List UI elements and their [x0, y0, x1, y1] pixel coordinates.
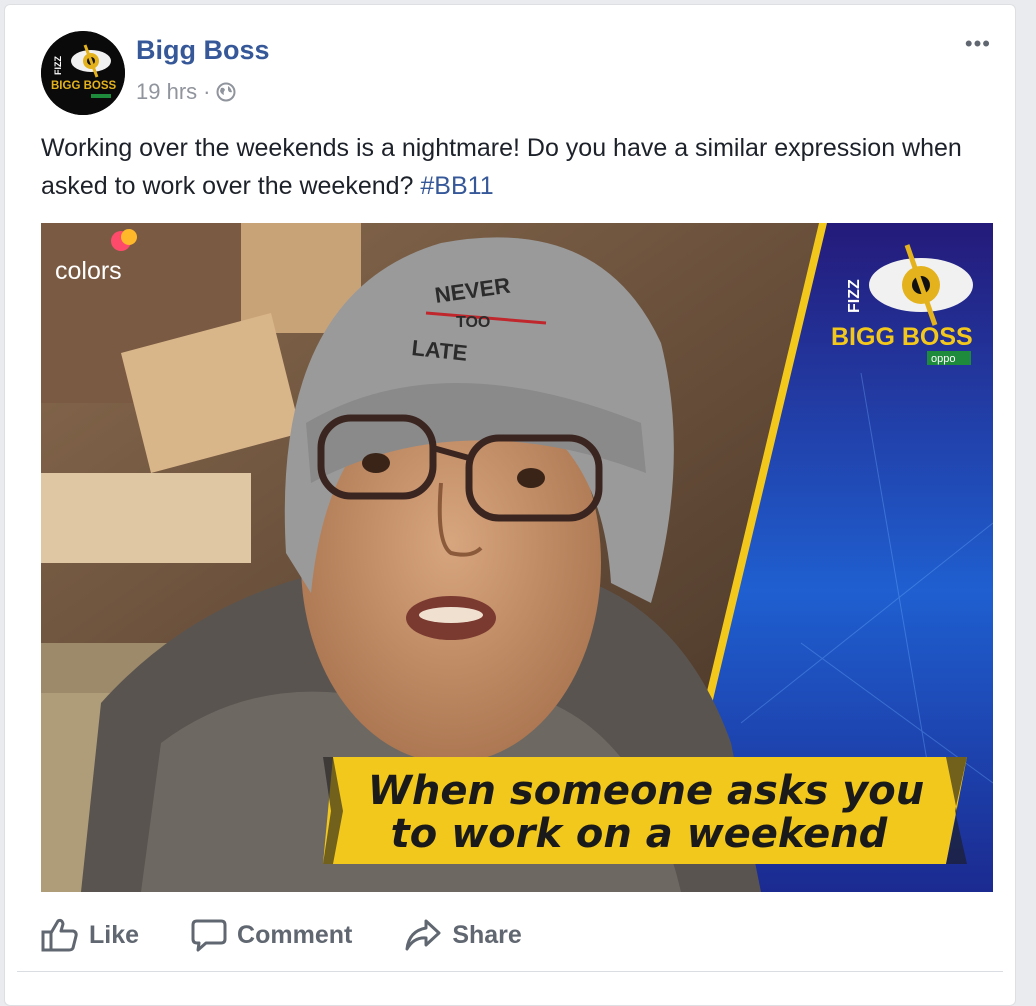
- sponsor-text: oppo: [931, 353, 955, 365]
- avatar-brand-small: FIZZ: [53, 56, 63, 75]
- caption-line-1: When someone asks you: [368, 768, 924, 814]
- show-brand-small: FIZZ: [846, 279, 863, 313]
- post-time[interactable]: 19 hrs: [136, 79, 197, 105]
- bigg-boss-logo-icon: FIZZ BIGG BOSS: [41, 31, 125, 115]
- action-bar: Like Comment Share: [41, 910, 574, 960]
- divider: [17, 971, 1003, 972]
- post-image-art: NEVER TOO LATE colors FIZZ BIGG BOSS opp…: [41, 223, 993, 892]
- comment-label: Comment: [237, 920, 353, 949]
- post-text: Working over the weekends is a nightmare…: [41, 129, 981, 205]
- caption-line-2: to work on a weekend: [391, 811, 888, 857]
- post-card: FIZZ BIGG BOSS Bigg Boss 19 hrs · ••• Wo…: [4, 4, 1016, 1006]
- comment-bubble-icon: [191, 919, 227, 952]
- post-text-main: Working over the weekends is a nightmare…: [41, 134, 962, 200]
- share-arrow-icon: [405, 919, 441, 951]
- share-button[interactable]: Share: [404, 918, 522, 952]
- show-name: BIGG BOSS: [831, 323, 973, 351]
- globe-icon[interactable]: [216, 82, 236, 102]
- like-label: Like: [89, 920, 140, 949]
- page-name-link[interactable]: Bigg Boss: [136, 35, 270, 66]
- page-avatar[interactable]: FIZZ BIGG BOSS: [41, 31, 125, 115]
- thumbs-up-icon: [41, 918, 78, 952]
- more-options-icon[interactable]: •••: [965, 33, 991, 55]
- share-label: Share: [452, 920, 522, 949]
- post-image[interactable]: NEVER TOO LATE colors FIZZ BIGG BOSS opp…: [41, 223, 993, 892]
- avatar-brand-name: BIGG BOSS: [51, 80, 117, 92]
- hat-text-2: TOO: [456, 314, 490, 331]
- comment-button[interactable]: Comment: [191, 917, 352, 953]
- channel-logo-text: colors: [55, 257, 122, 285]
- meta-separator: ·: [203, 79, 211, 104]
- post-meta: 19 hrs ·: [136, 79, 236, 105]
- like-button[interactable]: Like: [41, 917, 139, 953]
- hashtag-link[interactable]: #BB11: [420, 172, 493, 200]
